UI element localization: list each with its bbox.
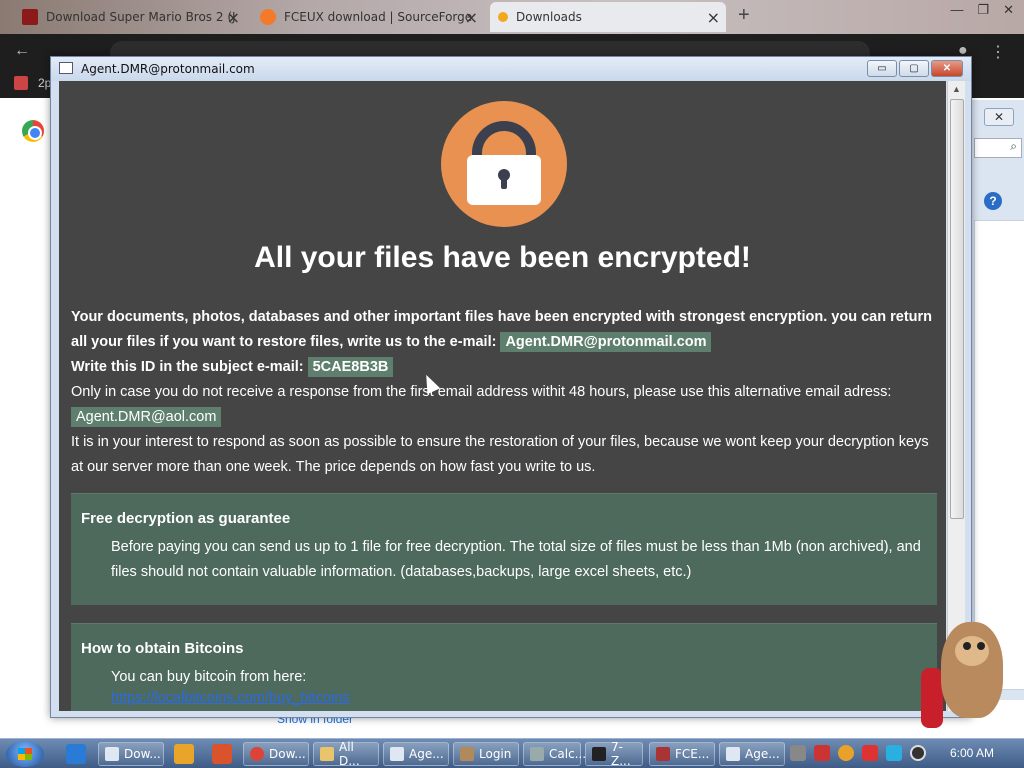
tab-label: Download Super Mario Bros 2 (J <box>46 10 236 24</box>
taskbar-item[interactable]: Calc... <box>523 742 586 766</box>
ransom-message: Your documents, photos, databases and ot… <box>71 305 933 480</box>
taskbar-item[interactable]: 7-Z... <box>585 740 643 768</box>
help-icon[interactable]: ? <box>984 192 1002 210</box>
free-decryption-panel: Free decryption as guarantee Before payi… <box>71 493 937 605</box>
taskbar-clock[interactable]: 6:00 AM <box>950 746 994 760</box>
bitcoin-link[interactable]: https://localbitcoins.com/buy_bitcoins <box>111 690 937 706</box>
browser-tab-downloads[interactable]: Downloads × <box>490 2 726 32</box>
window-title: Agent.DMR@protonmail.com <box>81 62 255 76</box>
bookmark-icon <box>14 76 28 90</box>
browser-tab-strip: Download Super Mario Bros 2 (J × FCEUX d… <box>0 0 1024 34</box>
close-icon[interactable]: × <box>227 8 240 27</box>
start-button[interactable] <box>6 741 44 767</box>
warning-paragraph: It is in your interest to respond as soo… <box>71 434 929 475</box>
taskbar-item[interactable]: All D... <box>313 740 379 768</box>
tab-label: FCEUX download | SourceForge <box>284 10 473 24</box>
restore-icon[interactable]: ❐ <box>977 2 989 18</box>
menu-icon[interactable]: ⋮ <box>990 42 1006 62</box>
tray-antivirus-icon[interactable] <box>814 745 830 761</box>
alternative-email[interactable]: Agent.DMR@aol.com <box>71 407 222 427</box>
bitcoin-panel: How to obtain Bitcoins You can buy bitco… <box>71 623 937 711</box>
chrome-icon <box>22 120 44 142</box>
hamster-mascot-image <box>915 618 1005 738</box>
explorer-window: ✕ ⌕ ? <box>965 100 1024 700</box>
browser-window-controls: — ❐ ✕ <box>950 2 1014 18</box>
panel-text: You can buy bitcoin from here: <box>111 669 307 685</box>
roms-icon <box>22 9 38 25</box>
close-icon[interactable]: × <box>465 8 478 27</box>
window-icon <box>726 747 740 761</box>
chrome-icon <box>250 747 264 761</box>
taskbar: Dow... Dow... All D... Age... Login Calc… <box>0 738 1024 768</box>
minimize-icon[interactable]: — <box>950 2 963 18</box>
login-icon <box>460 747 474 761</box>
downloads-icon <box>498 12 508 22</box>
browser-icon <box>105 747 119 761</box>
tray-volume-icon[interactable] <box>910 745 926 761</box>
panel-text: Before paying you can send us up to 1 fi… <box>111 539 921 580</box>
tab-label: Downloads <box>516 10 582 24</box>
tray-search-icon[interactable] <box>838 745 854 761</box>
headline: All your files have been encrypted! <box>254 241 751 274</box>
taskbar-item[interactable]: Login <box>453 742 519 766</box>
tray-app-icon[interactable] <box>790 745 806 761</box>
paint-icon[interactable] <box>212 744 232 764</box>
vertical-scrollbar[interactable]: ▲ ▼ <box>947 81 965 711</box>
close-button[interactable]: ✕ <box>931 60 963 77</box>
system-tray <box>790 745 926 761</box>
calculator-icon <box>530 747 544 761</box>
ransom-note: All your files have been encrypted! Your… <box>59 81 946 711</box>
taskbar-item[interactable]: Dow... <box>98 742 164 766</box>
scroll-up-icon[interactable]: ▲ <box>952 84 961 94</box>
taskbar-item[interactable]: Age... <box>383 742 449 766</box>
maximize-button[interactable]: ▢ <box>899 60 929 77</box>
new-tab-button[interactable]: + <box>738 4 750 27</box>
taskbar-item[interactable]: Dow... <box>243 742 309 766</box>
folder-icon <box>320 747 334 761</box>
7zip-icon <box>592 747 606 761</box>
ie-icon[interactable] <box>66 744 86 764</box>
panel-title: Free decryption as guarantee <box>81 510 291 527</box>
close-icon[interactable]: × <box>707 8 720 27</box>
window-titlebar[interactable]: Agent.DMR@protonmail.com ▭ ▢ ✕ <box>51 57 971 81</box>
close-icon[interactable]: ✕ <box>1003 2 1014 18</box>
alt-email-paragraph: Only in case you do not receive a respon… <box>71 384 892 400</box>
panel-title: How to obtain Bitcoins <box>81 640 244 657</box>
lock-icon <box>441 101 567 227</box>
scroll-thumb[interactable] <box>950 99 964 519</box>
browser-tab-fceux[interactable]: FCEUX download | SourceForge × <box>252 2 484 32</box>
id-label: Write this ID in the subject e-mail: <box>71 359 304 375</box>
media-player-icon[interactable] <box>174 744 194 764</box>
ransom-window: Agent.DMR@protonmail.com ▭ ▢ ✕ All your … <box>50 56 972 718</box>
browser-tab-mario[interactable]: Download Super Mario Bros 2 (J × <box>14 2 246 32</box>
sourceforge-icon <box>260 9 276 25</box>
fceux-icon <box>656 747 670 761</box>
tray-flag-icon[interactable] <box>862 745 878 761</box>
taskbar-item[interactable]: Age... <box>719 742 785 766</box>
minimize-button[interactable]: ▭ <box>867 60 897 77</box>
back-icon[interactable]: ← <box>14 42 30 60</box>
search-icon[interactable]: ⌕ <box>974 138 1022 158</box>
tray-network-icon[interactable] <box>886 745 902 761</box>
primary-email[interactable]: Agent.DMR@protonmail.com <box>500 332 712 352</box>
close-icon[interactable]: ✕ <box>984 108 1014 126</box>
victim-id[interactable]: 5CAE8B3B <box>307 357 394 377</box>
window-icon <box>390 747 404 761</box>
taskbar-item[interactable]: FCE... <box>649 742 715 766</box>
window-icon <box>59 62 73 74</box>
